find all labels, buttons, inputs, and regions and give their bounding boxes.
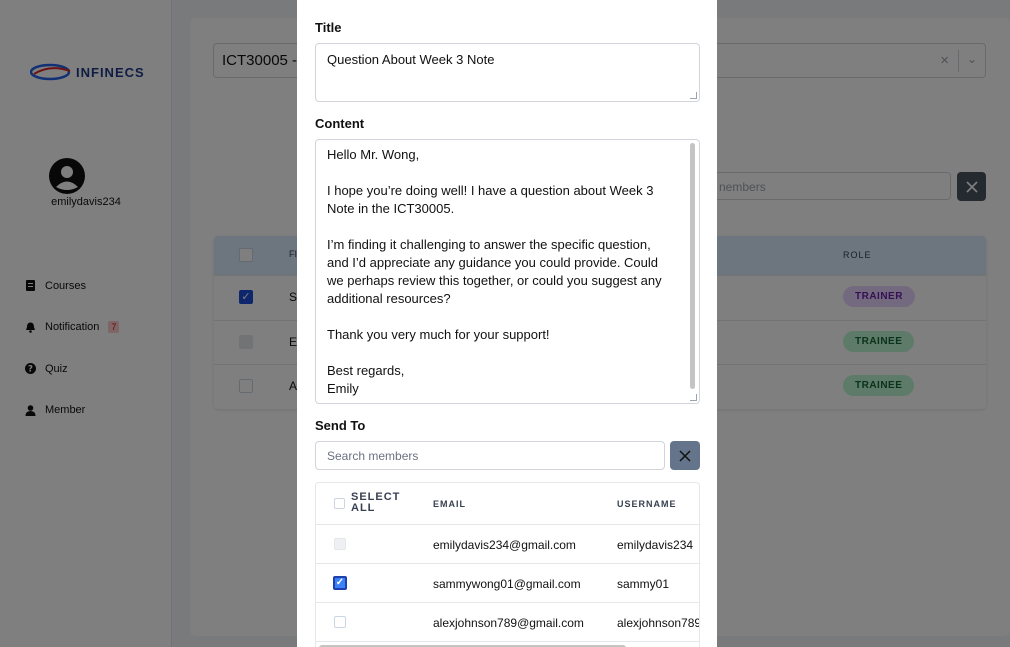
column-header-username: USERNAME xyxy=(617,499,677,509)
content-textarea[interactable]: Hello Mr. Wong, I hope you’re doing well… xyxy=(315,139,700,404)
new-notification-modal: Title Question About Week 3 Note Content… xyxy=(297,0,717,647)
table-row[interactable]: alexjohnson789@gmail.com alexjohnson789 xyxy=(316,603,699,642)
send-to-label: Send To xyxy=(315,418,366,433)
recipients-table-header: SELECT ALL EMAIL USERNAME xyxy=(316,483,699,525)
select-all-label: SELECT ALL xyxy=(351,491,401,514)
table-row[interactable]: emilydavis234@gmail.com emilydavis234 xyxy=(316,525,699,564)
select-all-checkbox[interactable] xyxy=(334,498,345,509)
send-to-search-input[interactable]: Search members xyxy=(315,441,665,470)
send-to-clear-button[interactable] xyxy=(670,441,700,470)
content-line: we perhaps review this together, or coul… xyxy=(327,273,662,288)
row-username: sammy01 xyxy=(617,577,670,591)
content-scrollbar[interactable] xyxy=(690,143,695,389)
content-line: additional resources? xyxy=(327,291,451,306)
table-row[interactable]: ✓ sammywong01@gmail.com sammy01 xyxy=(316,564,699,603)
row-username: alexjohnson789 xyxy=(617,616,700,630)
row-checkbox[interactable] xyxy=(334,616,346,628)
content-line: Best regards, xyxy=(327,363,405,378)
title-input-value: Question About Week 3 Note xyxy=(327,52,495,67)
column-header-email: EMAIL xyxy=(433,499,466,509)
content-line xyxy=(327,344,669,362)
content-label: Content xyxy=(315,116,365,131)
content-line: and I’d appreciate any guidance you coul… xyxy=(327,255,659,270)
title-label: Title xyxy=(315,20,342,35)
resize-handle[interactable] xyxy=(690,394,697,401)
content-line: Hello Mr. Wong, xyxy=(327,147,420,162)
row-email: sammywong01@gmail.com xyxy=(433,577,581,591)
row-checkbox[interactable]: ✓ xyxy=(333,576,347,590)
content-line: Note in the ICT30005. xyxy=(327,201,455,216)
content-line xyxy=(327,218,669,236)
recipients-table: SELECT ALL EMAIL USERNAME emilydavis234@… xyxy=(315,482,700,647)
title-input[interactable]: Question About Week 3 Note xyxy=(315,43,700,102)
close-icon xyxy=(679,449,691,462)
row-email: alexjohnson789@gmail.com xyxy=(433,616,584,630)
row-username: emilydavis234 xyxy=(617,538,694,552)
content-line: I’m finding it challenging to answer the… xyxy=(327,237,651,252)
content-line: Thank you very much for your support! xyxy=(327,327,550,342)
row-checkbox xyxy=(334,538,346,550)
row-email: emilydavis234@gmail.com xyxy=(433,538,576,552)
content-line xyxy=(327,308,669,326)
content-line: I hope you’re doing well! I have a quest… xyxy=(327,183,654,198)
resize-handle[interactable] xyxy=(690,92,697,99)
content-line: Emily xyxy=(327,381,359,396)
content-line xyxy=(327,164,669,182)
